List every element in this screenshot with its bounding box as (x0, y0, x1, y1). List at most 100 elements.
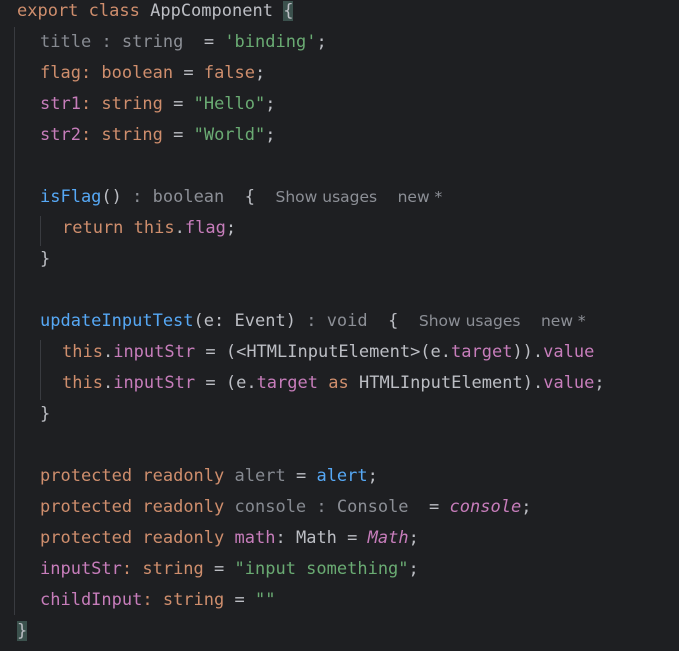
semicolon: ; (265, 125, 276, 145)
field-math: math (234, 528, 276, 548)
keyword-return: return (62, 218, 124, 238)
keyword-protected: protected (40, 528, 133, 548)
code-line-alert: protected readonly alert = alert; (40, 465, 378, 496)
field-flag-ref: flag (184, 218, 226, 238)
keyword-readonly: readonly (142, 466, 225, 486)
property-target: target (256, 373, 318, 393)
assign-operator: = (183, 63, 194, 83)
field-inputstr: inputStr (113, 342, 196, 362)
method-updateinputtest[interactable]: updateInputTest (40, 311, 194, 331)
brace-open: { (388, 311, 399, 331)
code-line-close-brace: } (40, 248, 50, 279)
brace-close: } (40, 249, 51, 269)
global-console: console (449, 497, 522, 517)
paren-close: ) (285, 311, 296, 331)
property-value: value (543, 342, 595, 362)
string-value: "World" (193, 125, 266, 145)
field-console: console (234, 497, 307, 517)
keyword-protected: protected (40, 497, 133, 517)
code-line-as-assign: this.inputStr = (e.target as HTMLInputEl… (62, 372, 605, 403)
assign-operator: = (347, 528, 358, 548)
indent-guide (14, 27, 15, 615)
field-str1: str1 (40, 94, 81, 114)
cast-expression: (<HTMLInputElement>(e. (225, 342, 452, 362)
type-annotation: : string (80, 94, 163, 114)
show-usages-link[interactable]: Show usages (276, 188, 378, 206)
keyword-class: class (88, 1, 140, 21)
keyword-protected: protected (40, 466, 133, 486)
code-line-close-brace: } (40, 403, 50, 434)
type-annotation: : string (121, 559, 204, 579)
keyword-readonly: readonly (142, 528, 225, 548)
type-annotation: : boolean (80, 63, 174, 83)
paren-open: ( (193, 311, 204, 331)
code-editor[interactable]: export class AppComponent { title : stri… (0, 0, 679, 649)
keyword-this: this (62, 342, 103, 362)
new-author-hint[interactable]: new * (398, 188, 443, 206)
code-line-updateinputtest: updateInputTest(e: Event) : void { Show … (40, 310, 586, 341)
semicolon: ; (594, 373, 605, 393)
type-math: Math (295, 528, 337, 548)
keyword-as: as (328, 373, 349, 393)
assign-operator: = (205, 342, 216, 362)
field-flag: flag (40, 63, 81, 83)
code-line-childinput: childInput: string = "" (40, 589, 275, 620)
assign-operator: = (234, 590, 245, 610)
boolean-value: false (203, 63, 256, 83)
brace-open: { (244, 187, 256, 207)
field-inputstr: inputStr (113, 373, 196, 393)
assign-operator: = (295, 466, 307, 486)
param-type-event: Event (234, 311, 286, 331)
semicolon: ; (255, 63, 266, 83)
indent-guide (40, 340, 41, 400)
brace-open-highlight: { (283, 1, 294, 21)
new-author-hint[interactable]: new * (541, 312, 586, 330)
parens: () (101, 187, 122, 207)
semicolon: ; (265, 94, 276, 114)
field-title: title (40, 32, 92, 52)
assign-operator: = (203, 32, 215, 52)
global-alert: alert (316, 466, 368, 486)
colon: : (275, 528, 286, 548)
field-childinput: childInput (40, 590, 143, 610)
cast-close: )). (512, 342, 544, 362)
field-inputstr: inputStr (40, 559, 122, 579)
type-hint-boolean: : boolean (132, 187, 225, 207)
assign-operator: = (214, 559, 225, 579)
param-e: e (203, 311, 215, 331)
method-isflag[interactable]: isFlag (40, 187, 101, 207)
code-line-cast-assign: this.inputStr = (<HTMLInputElement>(e.ta… (62, 341, 594, 372)
keyword-export: export (17, 1, 79, 21)
semicolon: ; (316, 32, 327, 52)
code-line-flag: flag: boolean = false; (40, 62, 265, 93)
indent-guide (40, 216, 41, 246)
semicolon: ; (225, 218, 237, 238)
semicolon: ; (521, 497, 532, 517)
keyword-this: this (133, 218, 175, 238)
semicolon: ; (367, 466, 378, 486)
dot: . (102, 373, 114, 393)
show-usages-link[interactable]: Show usages (419, 312, 521, 330)
class-name: AppComponent (150, 1, 273, 21)
semicolon: ; (408, 559, 419, 579)
code-line-str1: str1: string = "Hello"; (40, 93, 276, 124)
code-line-isflag: isFlag() : boolean { Show usages new * (40, 186, 442, 217)
type-hint-string: : string (101, 32, 184, 52)
paren-close: ). (522, 373, 544, 393)
dot: . (174, 218, 185, 238)
type-annotation: : string (80, 125, 163, 145)
type-htmlinputelement: HTMLInputElement (358, 373, 523, 393)
code-line-return: return this.flag; (62, 217, 236, 248)
field-alert: alert (234, 466, 286, 486)
assign-operator: = (205, 373, 216, 393)
type-annotation: : string (142, 590, 225, 610)
semicolon: ; (408, 528, 419, 548)
assign-operator: = (173, 125, 184, 145)
string-value: "input something" (234, 559, 409, 579)
global-math: Math (367, 528, 409, 548)
code-line-class-close: } (17, 620, 28, 651)
keyword-this: this (62, 373, 103, 393)
paren-expression: (e. (225, 373, 257, 393)
dot: . (102, 342, 114, 362)
property-value: value (543, 373, 595, 393)
